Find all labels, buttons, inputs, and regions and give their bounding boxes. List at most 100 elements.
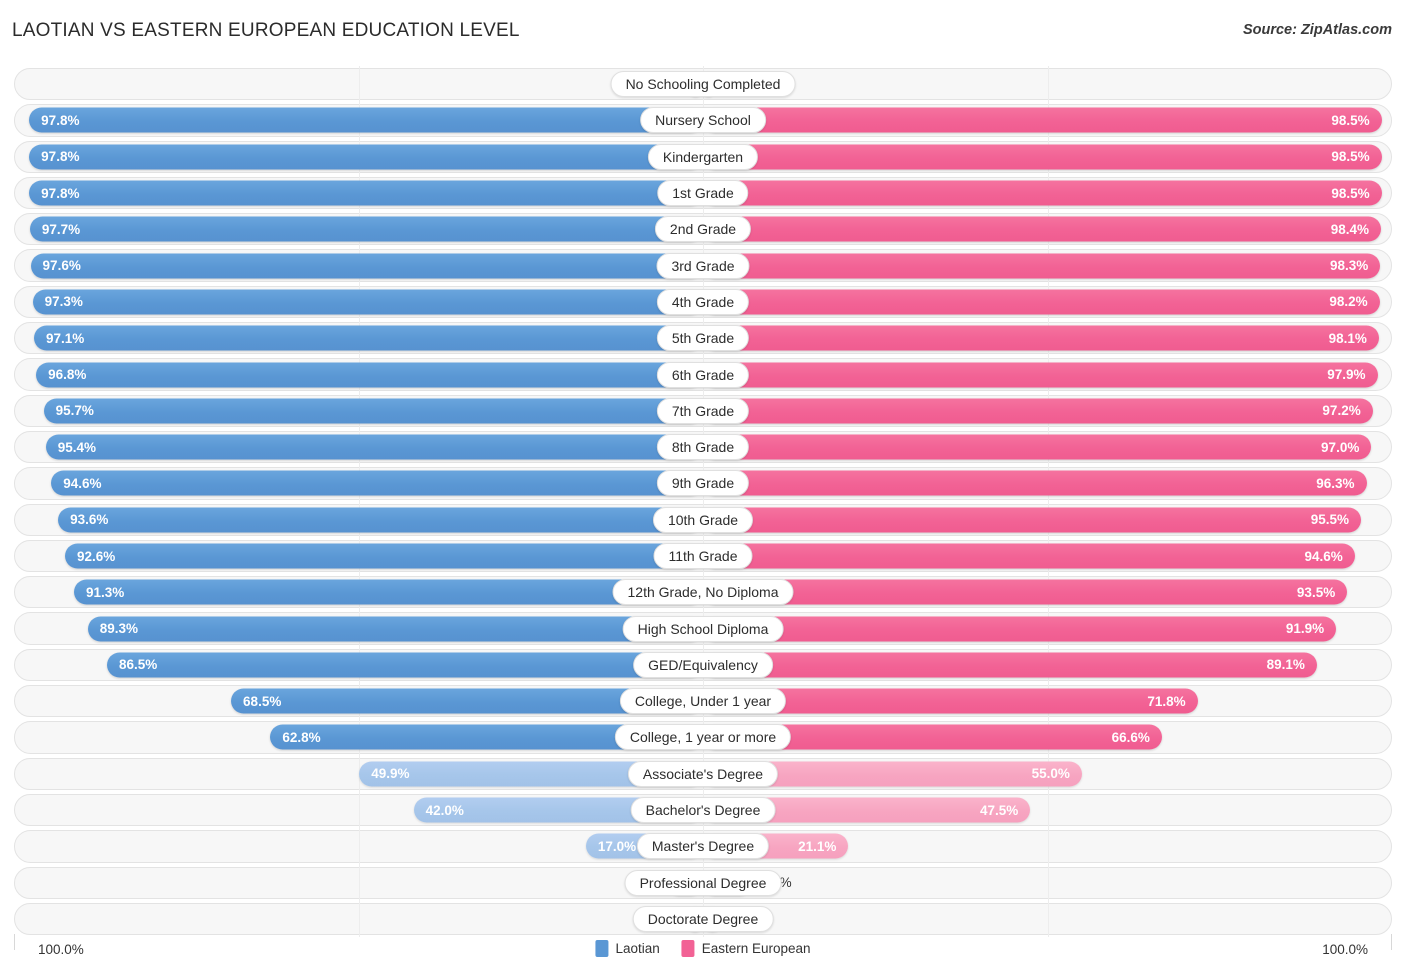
row-category-label: High School Diploma: [622, 615, 784, 642]
bar-row[interactable]: 97.8% 98.5% Nursery School: [0, 102, 1406, 139]
row-category-label: GED/Equivalency: [633, 651, 773, 678]
row-category-label: 2nd Grade: [654, 216, 752, 243]
bar-left-laotian[interactable]: 97.8%: [29, 107, 703, 133]
bar-right-eastern-european[interactable]: 96.3%: [703, 470, 1367, 496]
bar-row[interactable]: 42.0% 47.5% Bachelor's Degree: [0, 791, 1406, 829]
axis-label-right-max: 100.0%: [1322, 942, 1368, 957]
bar-row[interactable]: 95.4% 97.0% 8th Grade: [0, 428, 1406, 466]
bar-left-laotian[interactable]: 97.6%: [30, 253, 703, 279]
bar-row[interactable]: 93.6% 95.5% 10th Grade: [0, 501, 1406, 538]
bar-value-left: 68.5%: [243, 693, 282, 709]
bar-value-right: 97.2%: [1322, 403, 1361, 419]
grid-guide-line: [1047, 66, 1049, 103]
bar-left-laotian[interactable]: 91.3%: [73, 579, 703, 605]
row-category-label: 12th Grade, No Diploma: [612, 579, 794, 606]
bar-left-laotian[interactable]: 92.6%: [65, 543, 703, 569]
grid-guide-line: [358, 66, 360, 103]
bar-value-right: 97.0%: [1321, 439, 1360, 455]
bar-row[interactable]: 2.2%1.6%No Schooling Completed: [0, 66, 1406, 103]
bar-right-eastern-european[interactable]: 98.2%: [703, 289, 1380, 315]
bar-row[interactable]: 49.9% 55.0% Associate's Degree: [0, 755, 1406, 792]
source-attribution: Source: ZipAtlas.com: [1242, 22, 1392, 38]
bar-right-eastern-european[interactable]: 98.4%: [703, 216, 1381, 242]
bar-value-right: 95.5%: [1310, 511, 1349, 527]
bar-value-left: 97.3%: [44, 294, 83, 310]
bar-row[interactable]: 97.8% 98.5% 1st Grade: [0, 174, 1406, 212]
row-category-label: Associate's Degree: [627, 760, 779, 787]
bar-right-eastern-european[interactable]: 98.5%: [703, 107, 1382, 133]
bar-row[interactable]: 89.3% 91.9% High School Diploma: [0, 610, 1406, 647]
page-title: LAOTIAN VS EASTERN EUROPEAN EDUCATION LE…: [12, 20, 520, 41]
bar-row[interactable]: 97.7% 98.4% 2nd Grade: [0, 211, 1406, 248]
bar-left-laotian[interactable]: 97.1%: [33, 325, 703, 351]
row-category-label: 11th Grade: [653, 543, 753, 569]
chart-page: LAOTIAN VS EASTERN EUROPEAN EDUCATION LE…: [0, 0, 1406, 975]
bar-left-laotian[interactable]: 96.8%: [36, 362, 703, 388]
bar-row[interactable]: 68.5% 71.8% College, Under 1 year: [0, 683, 1406, 720]
bar-value-right: 55.0%: [1031, 766, 1070, 782]
bar-value-left: 89.3%: [99, 620, 139, 636]
grid-guide-line: [1047, 900, 1049, 938]
axis-tick-right: [1391, 934, 1392, 950]
bar-left-laotian[interactable]: 97.3%: [32, 289, 703, 315]
legend-label-laotian: Laotian: [615, 941, 660, 956]
bar-row[interactable]: 2.3%2.8%Doctorate Degree: [0, 900, 1406, 938]
bar-right-eastern-european[interactable]: 95.5%: [703, 507, 1361, 533]
bar-row[interactable]: 97.8% 98.5% Kindergarten: [0, 138, 1406, 175]
bar-left-laotian[interactable]: 93.6%: [58, 507, 703, 533]
bar-left-laotian[interactable]: 94.6%: [51, 470, 703, 496]
bar-row[interactable]: 97.6% 98.3% 3rd Grade: [0, 247, 1406, 284]
grid-guide-line: [1047, 864, 1049, 901]
bar-right-eastern-european[interactable]: 98.5%: [703, 180, 1382, 206]
bar-value-left: 93.6%: [70, 511, 109, 527]
bar-value-left: 42.0%: [425, 802, 464, 818]
bar-row[interactable]: 62.8% 66.6% College, 1 year or more: [0, 719, 1406, 756]
bar-row[interactable]: 92.6% 94.6% 11th Grade: [0, 537, 1406, 575]
bar-left-laotian[interactable]: 97.8%: [29, 180, 703, 206]
bar-right-eastern-european[interactable]: 93.5%: [703, 579, 1348, 605]
legend-swatch-icon-laotian: [595, 940, 609, 957]
row-category-label: 4th Grade: [656, 288, 750, 315]
bar-right-eastern-european[interactable]: 91.9%: [703, 616, 1337, 642]
bar-right-eastern-european[interactable]: 94.6%: [703, 543, 1355, 569]
legend-item-eastern-european[interactable]: Eastern European: [681, 940, 811, 957]
bar-value-left: 17.0%: [597, 838, 637, 854]
bar-value-left: 97.1%: [45, 330, 85, 346]
row-category-label: Bachelor's Degree: [630, 797, 776, 824]
bar-right-eastern-european[interactable]: 97.0%: [703, 434, 1372, 460]
bar-left-laotian[interactable]: 95.4%: [45, 434, 703, 460]
bar-row[interactable]: 97.3% 98.2% 4th Grade: [0, 283, 1406, 321]
bar-left-laotian[interactable]: 89.3%: [87, 616, 703, 642]
bar-right-eastern-european[interactable]: 97.2%: [703, 398, 1373, 424]
bar-row[interactable]: 97.1% 98.1% 5th Grade: [0, 320, 1406, 357]
grid-guide-line: [358, 828, 360, 865]
bar-value-left: 97.8%: [41, 185, 80, 201]
bar-right-eastern-european[interactable]: 89.1%: [703, 652, 1317, 678]
bar-right-eastern-european[interactable]: 97.9%: [703, 362, 1378, 388]
bar-value-left: 97.8%: [41, 148, 80, 164]
legend-item-laotian[interactable]: Laotian: [595, 940, 660, 957]
bar-row[interactable]: 95.7% 97.2% 7th Grade: [0, 392, 1406, 429]
bar-value-right: 21.1%: [798, 838, 837, 854]
bar-value-left: 91.3%: [85, 584, 125, 600]
bar-left-laotian[interactable]: 95.7%: [43, 398, 703, 424]
bar-row[interactable]: 86.5% 89.1% GED/Equivalency: [0, 646, 1406, 684]
bar-row[interactable]: 5.2%7.1%Professional Degree: [0, 864, 1406, 901]
bar-right-eastern-european[interactable]: 98.5%: [703, 144, 1382, 170]
bar-left-laotian[interactable]: 86.5%: [107, 652, 703, 678]
axis-tick-left: [14, 934, 15, 950]
bar-value-right: 98.2%: [1329, 294, 1368, 310]
row-category-label: 9th Grade: [656, 470, 750, 497]
bar-left-laotian[interactable]: 97.7%: [29, 216, 703, 242]
bar-right-eastern-european[interactable]: 98.1%: [703, 325, 1379, 351]
bar-row[interactable]: 17.0% 21.1% Master's Degree: [0, 828, 1406, 865]
bar-value-right: 47.5%: [979, 802, 1019, 818]
legend: Laotian Eastern European: [595, 940, 811, 957]
bar-row[interactable]: 96.8% 97.9% 6th Grade: [0, 356, 1406, 393]
row-category-label: 5th Grade: [656, 325, 750, 352]
bar-row[interactable]: 94.6% 96.3% 9th Grade: [0, 465, 1406, 502]
bar-row[interactable]: 91.3% 93.5% 12th Grade, No Diploma: [0, 574, 1406, 611]
row-category-label: Master's Degree: [636, 833, 770, 860]
bar-left-laotian[interactable]: 97.8%: [29, 144, 703, 170]
bar-right-eastern-european[interactable]: 98.3%: [703, 253, 1381, 279]
